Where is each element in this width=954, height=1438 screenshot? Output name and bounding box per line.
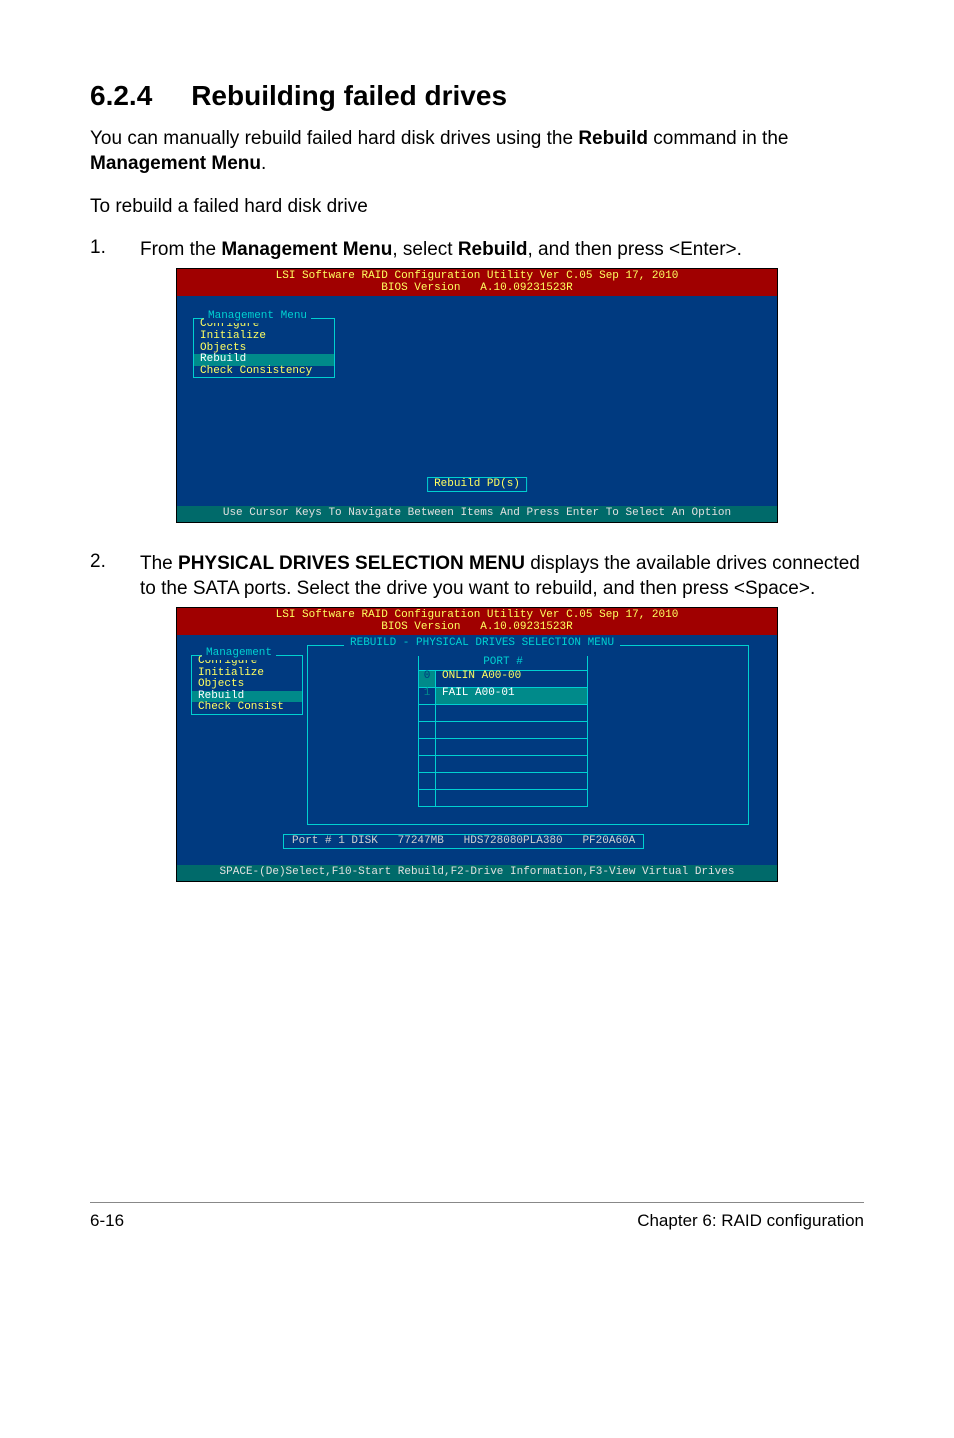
bold-management-menu: Management Menu xyxy=(90,153,261,174)
bios-screenshot-2: LSI Software RAID Configuration Utility … xyxy=(176,607,778,882)
drive-info-bar: Port # 1 DISK 77247MB HDS728080PLA380 PF… xyxy=(283,834,644,850)
step-text: From the Management Menu, select Rebuild… xyxy=(140,237,742,262)
bios-header-line1: LSI Software RAID Configuration Utility … xyxy=(276,270,679,282)
bios-footer: Use Cursor Keys To Navigate Between Item… xyxy=(177,506,777,522)
section-heading: 6.2.4 Rebuilding failed drives xyxy=(90,80,864,112)
page-number: 6-16 xyxy=(90,1211,124,1231)
port-value: ONLIN A00-00 xyxy=(436,671,587,687)
bios-header: LSI Software RAID Configuration Utility … xyxy=(177,269,777,296)
panel-title: REBUILD - PHYSICAL DRIVES SELECTION MENU xyxy=(344,638,620,650)
bios-header: LSI Software RAID Configuration Utility … xyxy=(177,608,777,635)
port-table-header: PORT # xyxy=(418,656,588,671)
port-row-1[interactable]: 1 FAIL A00-01 xyxy=(418,688,588,705)
bios-header-line1: LSI Software RAID Configuration Utility … xyxy=(276,609,679,621)
step-2: 2. The PHYSICAL DRIVES SELECTION MENU di… xyxy=(90,551,864,601)
management-menu[interactable]: Management Menu Configure Initialize Obj… xyxy=(193,318,335,378)
port-value: FAIL A00-01 xyxy=(436,688,587,704)
menu-item-initialize[interactable]: Initialize xyxy=(194,331,334,343)
menu-item-rebuild[interactable]: Rebuild xyxy=(194,354,334,366)
step-number: 1. xyxy=(90,237,140,262)
section-title-text: Rebuilding failed drives xyxy=(191,80,507,111)
section-number: 6.2.4 xyxy=(90,80,152,111)
port-index: 0 xyxy=(419,671,436,687)
step-text: The PHYSICAL DRIVES SELECTION MENU displ… xyxy=(140,551,864,601)
port-row-empty xyxy=(418,722,588,739)
bios-main-area: Management Configure Initialize Objects … xyxy=(177,635,777,865)
management-menu[interactable]: Management Configure Initialize Objects … xyxy=(191,655,303,715)
bold-rebuild: Rebuild xyxy=(578,128,648,149)
page-footer: 6-16 Chapter 6: RAID configuration xyxy=(90,1202,864,1231)
port-row-empty xyxy=(418,756,588,773)
port-row-empty xyxy=(418,739,588,756)
bold-rebuild: Rebuild xyxy=(458,239,528,260)
intro-paragraph-2: To rebuild a failed hard disk drive xyxy=(90,194,864,219)
text: , and then press <Enter>. xyxy=(528,239,742,260)
text: . xyxy=(261,153,266,174)
text: From the xyxy=(140,239,221,260)
text: , select xyxy=(392,239,457,260)
bios-footer: SPACE-(De)Select,F10-Start Rebuild,F2-Dr… xyxy=(177,865,777,881)
menu-item-check-consist[interactable]: Check Consist xyxy=(192,702,302,714)
menu-item-check-consistency[interactable]: Check Consistency xyxy=(194,366,334,378)
bios-header-line2: BIOS Version A.10.09231523R xyxy=(381,282,572,294)
bios-header-line2: BIOS Version A.10.09231523R xyxy=(381,621,572,633)
bios-screenshot-1: LSI Software RAID Configuration Utility … xyxy=(176,268,778,523)
step-number: 2. xyxy=(90,551,140,601)
bold-physical-drives-menu: PHYSICAL DRIVES SELECTION MENU xyxy=(178,553,525,574)
text: The xyxy=(140,553,178,574)
text: You can manually rebuild failed hard dis… xyxy=(90,128,578,149)
port-index: 1 xyxy=(419,688,436,704)
intro-paragraph-1: You can manually rebuild failed hard dis… xyxy=(90,126,864,176)
port-row-empty xyxy=(418,705,588,722)
chapter-label: Chapter 6: RAID configuration xyxy=(637,1211,864,1231)
physical-drives-selection-panel: REBUILD - PHYSICAL DRIVES SELECTION MENU… xyxy=(307,645,749,825)
port-row-0[interactable]: 0 ONLIN A00-00 xyxy=(418,671,588,688)
management-menu-title: Management xyxy=(202,648,276,660)
text: command in the xyxy=(648,128,788,149)
management-menu-title: Management Menu xyxy=(204,311,311,323)
bold-management-menu: Management Menu xyxy=(221,239,392,260)
port-table: PORT # 0 ONLIN A00-00 1 FAIL A00-01 xyxy=(418,656,588,807)
tooltip-rebuild-pd: Rebuild PD(s) xyxy=(427,477,527,493)
bios-main-area: Management Menu Configure Initialize Obj… xyxy=(177,296,777,506)
port-row-empty xyxy=(418,790,588,807)
port-row-empty xyxy=(418,773,588,790)
step-1: 1. From the Management Menu, select Rebu… xyxy=(90,237,864,262)
